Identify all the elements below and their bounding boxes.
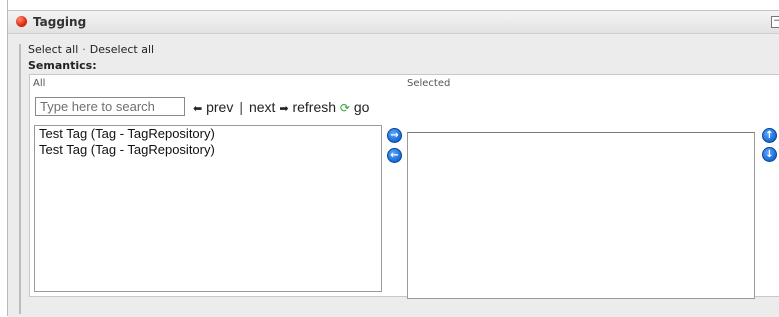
search-input[interactable]	[35, 97, 185, 116]
list-item[interactable]: Test Tag (Tag - TagRepository)	[35, 126, 381, 142]
arrow-left-circle-icon[interactable]: ←	[387, 148, 402, 163]
select-all-link[interactable]: Select all	[28, 43, 78, 56]
all-items-list[interactable]: Test Tag (Tag - TagRepository) Test Tag …	[34, 125, 382, 292]
arrow-right-icon[interactable]: ➡	[279, 103, 288, 115]
list-item[interactable]: Test Tag (Tag - TagRepository)	[35, 142, 381, 158]
status-dot-icon	[16, 16, 27, 27]
arrow-down-circle-icon[interactable]: ↓	[762, 147, 777, 162]
arrow-right-circle-icon[interactable]: →	[387, 128, 402, 143]
collapse-icon[interactable]: −	[771, 16, 779, 28]
selection-separator: ·	[82, 43, 86, 56]
semantics-label: Semantics:	[28, 59, 97, 72]
arrow-up-circle-icon[interactable]: ↑	[762, 128, 777, 143]
prev-link[interactable]: prev	[206, 99, 233, 115]
deselect-all-link[interactable]: Deselect all	[90, 43, 154, 56]
nav-divider: |	[239, 99, 243, 115]
next-link[interactable]: next	[249, 99, 275, 115]
tagging-panel: Tagging − Select all · Deselect all Semant…	[8, 10, 779, 317]
panel-header[interactable]: Tagging −	[8, 11, 779, 34]
list-navigation: ⬅ prev | next ➡ refresh ⟳ go	[193, 99, 382, 115]
left-rule	[19, 44, 21, 314]
selection-controls: Select all · Deselect all	[28, 43, 154, 56]
go-link[interactable]: go	[354, 99, 370, 115]
arrow-left-icon[interactable]: ⬅	[193, 103, 202, 115]
panel-title: Tagging	[33, 15, 87, 29]
refresh-link[interactable]: refresh	[292, 99, 336, 115]
refresh-icon[interactable]: ⟳	[340, 101, 350, 115]
all-column-label: All	[33, 78, 46, 89]
selected-items-list[interactable]	[407, 132, 755, 299]
selected-column-label: Selected	[407, 78, 451, 89]
semantics-content: All Selected ⬅ prev|next ➡ refresh ⟳ go …	[29, 74, 779, 299]
